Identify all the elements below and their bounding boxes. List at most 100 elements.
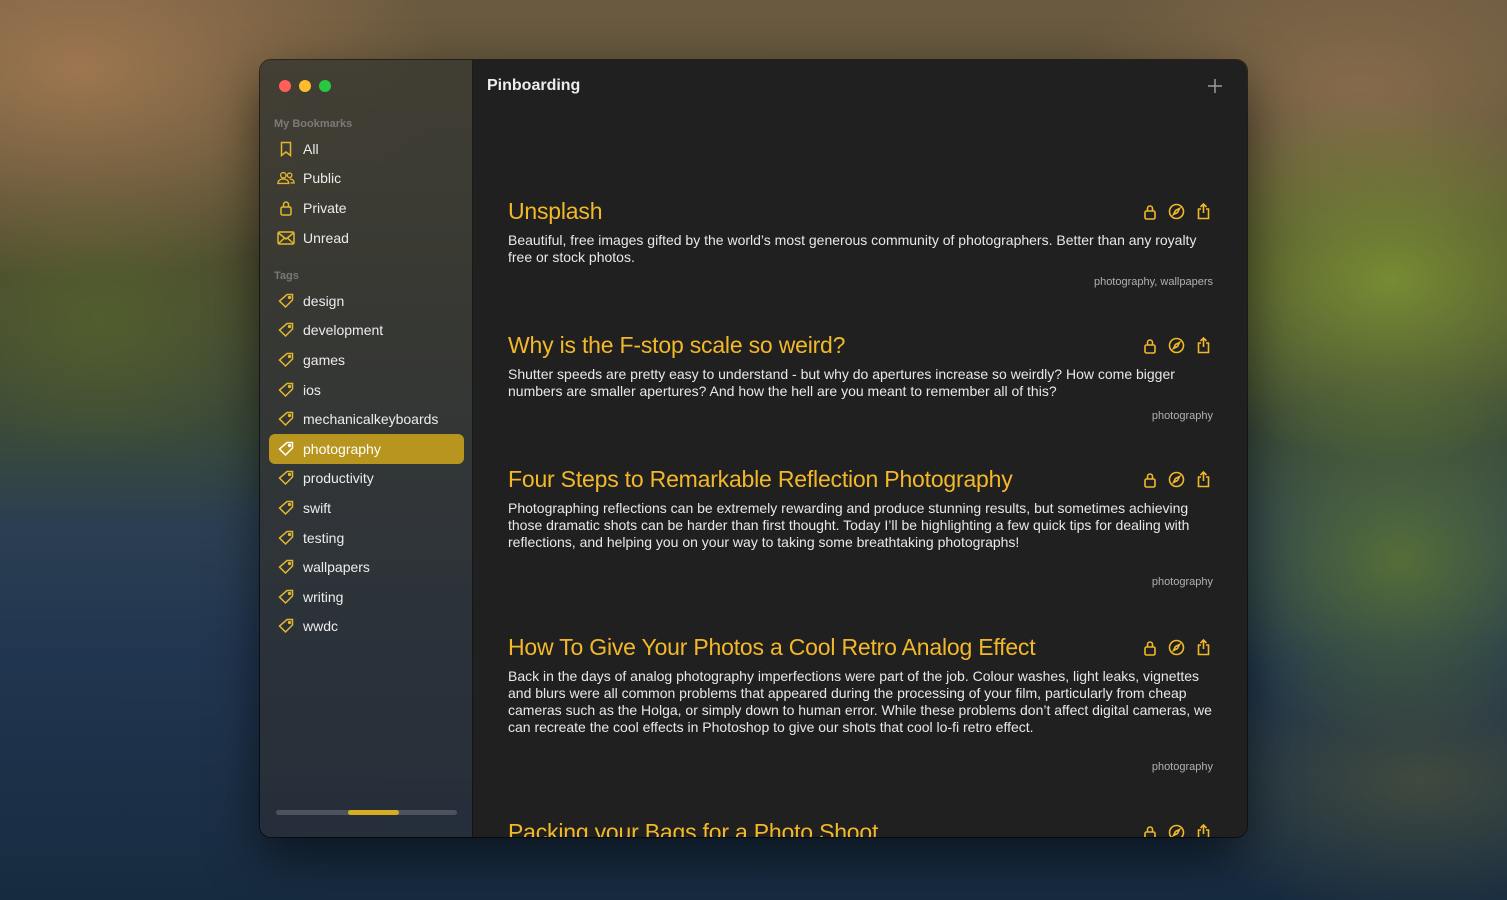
bookmark-card: Packing your Bags for a Photo ShootYou k… bbox=[508, 817, 1213, 837]
plus-icon bbox=[1208, 79, 1222, 93]
share-button[interactable] bbox=[1194, 202, 1213, 221]
content-pane: Pinboarding Unsplash Beautiful, free imag… bbox=[473, 60, 1247, 837]
close-window-button[interactable] bbox=[279, 80, 291, 92]
share-button[interactable] bbox=[1194, 470, 1213, 489]
lock-icon bbox=[277, 199, 295, 217]
sidebar-item-all[interactable]: All bbox=[269, 134, 464, 164]
tags-section-title: Tags bbox=[274, 270, 299, 282]
lock-icon bbox=[1140, 336, 1159, 355]
lock-button[interactable] bbox=[1140, 336, 1159, 355]
sidebar-item-label: games bbox=[303, 351, 346, 368]
sidebar-item-tag-development[interactable]: development bbox=[269, 316, 464, 346]
compass-icon bbox=[1167, 638, 1186, 657]
sidebar-item-tag-ios[interactable]: ios bbox=[269, 375, 464, 405]
tags-list: design development games ios mechanicalkeybo… bbox=[269, 286, 464, 641]
lock-button[interactable] bbox=[1140, 470, 1159, 489]
bookmark-title-link[interactable]: Packing your Bags for a Photo Shoot bbox=[508, 817, 1213, 837]
share-icon bbox=[1194, 336, 1213, 355]
tag-icon bbox=[277, 499, 295, 517]
sidebar-item-label: Unread bbox=[303, 229, 349, 246]
sidebar-item-tag-mechanicalkeyboards[interactable]: mechanicalkeyboards bbox=[269, 404, 464, 434]
bookmark-card: How To Give Your Photos a Cool Retro Ana… bbox=[508, 632, 1213, 773]
envelope-icon bbox=[277, 229, 295, 247]
bookmark-title-link[interactable]: How To Give Your Photos a Cool Retro Ana… bbox=[508, 632, 1213, 662]
sidebar-item-public[interactable]: Public bbox=[269, 164, 464, 194]
sidebar-item-tag-wwdc[interactable]: wwdc bbox=[269, 612, 464, 642]
share-icon bbox=[1194, 202, 1213, 221]
sidebar-item-label: testing bbox=[303, 529, 345, 546]
bookmark-actions bbox=[1140, 823, 1213, 837]
bookmark-card: Why is the F-stop scale so weird? Shutter… bbox=[508, 330, 1213, 422]
sidebar-item-private[interactable]: Private bbox=[269, 193, 464, 223]
bookmark-tags: photography bbox=[1151, 761, 1213, 773]
tag-icon bbox=[277, 440, 295, 458]
open-in-browser-button[interactable] bbox=[1167, 638, 1186, 657]
bookmark-tags: photography bbox=[1151, 576, 1213, 588]
sidebar-item-tag-swift[interactable]: swift bbox=[269, 493, 464, 523]
tag-icon bbox=[277, 292, 295, 310]
share-button[interactable] bbox=[1194, 823, 1213, 837]
sidebar-item-tag-wallpapers[interactable]: wallpapers bbox=[269, 552, 464, 582]
share-icon bbox=[1194, 638, 1213, 657]
bookmark-tags: photography, wallpapers bbox=[1093, 276, 1213, 288]
share-button[interactable] bbox=[1194, 336, 1213, 355]
bookmarks-section-title: My Bookmarks bbox=[274, 118, 353, 130]
open-in-browser-button[interactable] bbox=[1167, 823, 1186, 837]
minimize-window-button[interactable] bbox=[299, 80, 311, 92]
scrollbar-thumb[interactable] bbox=[348, 810, 399, 815]
sidebar-item-label: swift bbox=[303, 499, 331, 516]
bookmark-description: Shutter speeds are pretty easy to unders… bbox=[508, 366, 1175, 399]
tag-icon bbox=[277, 351, 295, 369]
sidebar-item-label: ios bbox=[303, 381, 321, 398]
sidebar-item-tag-writing[interactable]: writing bbox=[269, 582, 464, 612]
lock-icon bbox=[1140, 202, 1159, 221]
compass-icon bbox=[1167, 470, 1186, 489]
sidebar-item-tag-design[interactable]: design bbox=[269, 286, 464, 316]
bookmark-card: Unsplash Beautiful, free images gifted by… bbox=[508, 196, 1213, 288]
open-in-browser-button[interactable] bbox=[1167, 470, 1186, 489]
sidebar-item-label: photography bbox=[303, 440, 381, 457]
compass-icon bbox=[1167, 336, 1186, 355]
sidebar-item-unread[interactable]: Unread bbox=[269, 223, 464, 253]
bookmark-actions bbox=[1140, 336, 1213, 355]
open-in-browser-button[interactable] bbox=[1167, 336, 1186, 355]
compass-icon bbox=[1167, 823, 1186, 837]
sidebar-item-label: development bbox=[303, 322, 384, 339]
tag-icon bbox=[277, 410, 295, 428]
share-button[interactable] bbox=[1194, 638, 1213, 657]
bookmark-title-link[interactable]: Four Steps to Remarkable Reflection Phot… bbox=[508, 464, 1213, 494]
tag-icon bbox=[277, 469, 295, 487]
lock-button[interactable] bbox=[1140, 202, 1159, 221]
people-icon bbox=[277, 169, 295, 187]
sidebar-item-tag-productivity[interactable]: productivity bbox=[269, 464, 464, 494]
bookmark-actions bbox=[1140, 202, 1213, 221]
lock-button[interactable] bbox=[1140, 823, 1159, 837]
lock-icon bbox=[1140, 638, 1159, 657]
sidebar-item-label: Private bbox=[303, 199, 347, 216]
bookmark-list: Unsplash Beautiful, free images gifted by… bbox=[508, 112, 1213, 837]
sidebar-item-label: Public bbox=[303, 170, 342, 187]
tag-icon bbox=[277, 321, 295, 339]
bookmark-actions bbox=[1140, 470, 1213, 489]
open-in-browser-button[interactable] bbox=[1167, 202, 1186, 221]
zoom-window-button[interactable] bbox=[319, 80, 331, 92]
add-bookmark-button[interactable] bbox=[1205, 76, 1225, 96]
share-icon bbox=[1194, 823, 1213, 837]
tag-icon bbox=[277, 529, 295, 547]
sidebar-item-tag-games[interactable]: games bbox=[269, 345, 464, 375]
share-icon bbox=[1194, 470, 1213, 489]
bookmark-description: Photographing reflections can be extreme… bbox=[508, 500, 1190, 550]
sidebar-item-tag-testing[interactable]: testing bbox=[269, 523, 464, 553]
bookmark-title-link[interactable]: Why is the F-stop scale so weird? bbox=[508, 330, 1213, 360]
bookmark-description: Beautiful, free images gifted by the wor… bbox=[508, 232, 1197, 265]
sidebar: My Bookmarks All Public Private Unread T… bbox=[260, 60, 473, 837]
lock-icon bbox=[1140, 823, 1159, 837]
sidebar-scrollbar[interactable] bbox=[276, 810, 457, 815]
bookmark-title-link[interactable]: Unsplash bbox=[508, 196, 1213, 226]
sidebar-item-tag-photography[interactable]: photography bbox=[269, 433, 464, 464]
bookmark-actions bbox=[1140, 638, 1213, 657]
sidebar-item-label: productivity bbox=[303, 470, 374, 487]
lock-icon bbox=[1140, 470, 1159, 489]
bookmark-icon bbox=[277, 140, 295, 158]
lock-button[interactable] bbox=[1140, 638, 1159, 657]
